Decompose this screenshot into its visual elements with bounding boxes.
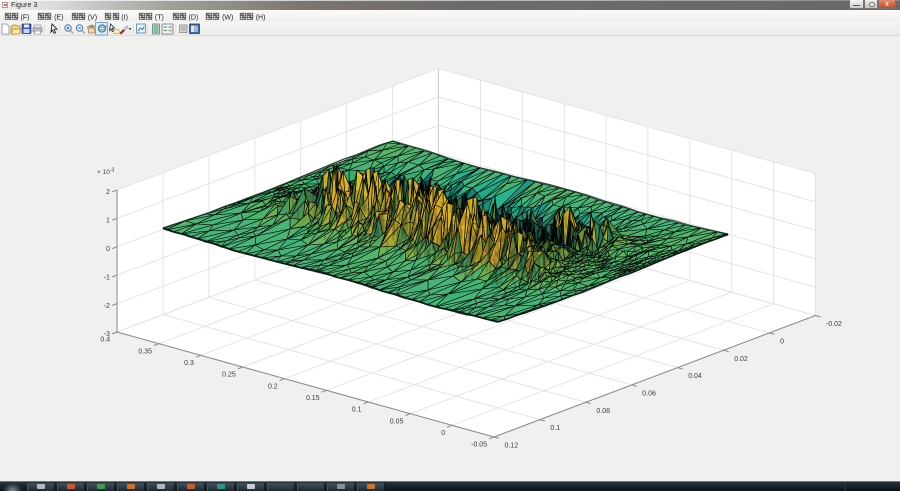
svg-text:0: 0 — [106, 246, 110, 253]
svg-text:0.15: 0.15 — [306, 395, 320, 402]
svg-text:0.1: 0.1 — [352, 407, 362, 414]
svg-text:0.35: 0.35 — [138, 348, 152, 355]
svg-text:(D): (D) — [189, 14, 199, 21]
svg-text:0.2: 0.2 — [268, 383, 278, 390]
svg-text:0.4: 0.4 — [100, 337, 110, 344]
svg-text:0.3: 0.3 — [184, 360, 194, 367]
svg-text:-0.02: -0.02 — [826, 321, 842, 328]
svg-text:1: 1 — [106, 218, 110, 225]
svg-text:0.02: 0.02 — [734, 356, 748, 363]
svg-text:× 10-3: × 10-3 — [97, 168, 115, 177]
svg-text:(I): (I) — [121, 14, 128, 21]
svg-text:0: 0 — [780, 339, 784, 346]
svg-text:-0.05: -0.05 — [471, 442, 487, 449]
svg-text:(T): (T) — [155, 14, 164, 21]
svg-text:2: 2 — [106, 189, 110, 196]
svg-text:0.08: 0.08 — [596, 408, 610, 415]
svg-text:(V): (V) — [88, 14, 97, 21]
svg-text:0.12: 0.12 — [505, 443, 519, 450]
svg-text:(E): (E) — [54, 14, 63, 21]
svg-text:(W): (W) — [222, 14, 233, 21]
svg-text:0.06: 0.06 — [642, 391, 656, 398]
svg-text:0.25: 0.25 — [222, 372, 236, 379]
svg-text:0.04: 0.04 — [688, 373, 702, 380]
svg-text:(H): (H) — [256, 14, 266, 21]
svg-text:(F): (F) — [21, 14, 30, 21]
svg-text:-2: -2 — [104, 303, 110, 310]
svg-text:0.1: 0.1 — [550, 425, 560, 432]
svg-text:0: 0 — [441, 430, 445, 437]
svg-text:0.05: 0.05 — [390, 418, 404, 425]
svg-text:-1: -1 — [104, 274, 110, 281]
